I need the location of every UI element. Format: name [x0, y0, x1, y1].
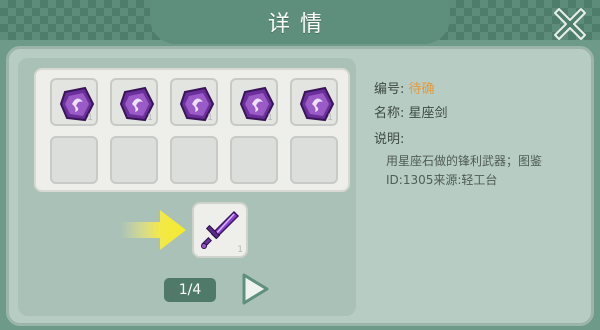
material-slot[interactable]: 1 — [110, 78, 158, 126]
close-button[interactable] — [550, 4, 590, 44]
material-slot[interactable]: 1 — [170, 78, 218, 126]
number-label: 编号: — [374, 82, 405, 97]
title-bar: 详情 — [150, 0, 450, 44]
empty-slot[interactable] — [170, 136, 218, 184]
empty-slot[interactable] — [290, 136, 338, 184]
slot-count: 1 — [147, 113, 153, 123]
name-row: 名称: 星座剑 — [374, 102, 448, 121]
desc-label: 说明: — [374, 132, 405, 147]
slot-count: 1 — [267, 113, 273, 123]
number-value: 待确 — [408, 82, 435, 97]
empty-slot[interactable] — [50, 136, 98, 184]
slot-count: 1 — [87, 113, 93, 123]
slot-count: 1 — [207, 113, 213, 123]
page-indicator: 1/4 — [164, 278, 216, 302]
next-page-button[interactable] — [240, 272, 270, 306]
constellation-sword-icon — [201, 210, 240, 249]
info-panel: 编号: 待确 名称: 星座剑 说明: 用星座石做的锋利武器；图鉴ID:1305来… — [364, 62, 582, 312]
material-slot[interactable]: 1 — [290, 78, 338, 126]
arrow-right-icon — [120, 210, 186, 250]
name-label: 名称: — [374, 106, 405, 121]
empty-slot[interactable] — [230, 136, 278, 184]
slot-count: 1 — [327, 113, 333, 123]
material-slot[interactable]: 1 — [230, 78, 278, 126]
empty-slot[interactable] — [110, 136, 158, 184]
material-slot[interactable]: 1 — [50, 78, 98, 126]
result-slot[interactable]: 1 — [192, 202, 248, 258]
name-value: 星座剑 — [408, 106, 448, 121]
slot-count: 1 — [237, 245, 243, 255]
number-row: 编号: 待确 — [374, 78, 435, 97]
materials-grid: 1 1 1 1 1 — [34, 68, 350, 192]
description-text: 用星座石做的锋利武器；图鉴ID:1305来源:轻工台 — [386, 154, 543, 187]
close-icon — [554, 8, 586, 40]
page-title: 详情 — [267, 12, 332, 37]
